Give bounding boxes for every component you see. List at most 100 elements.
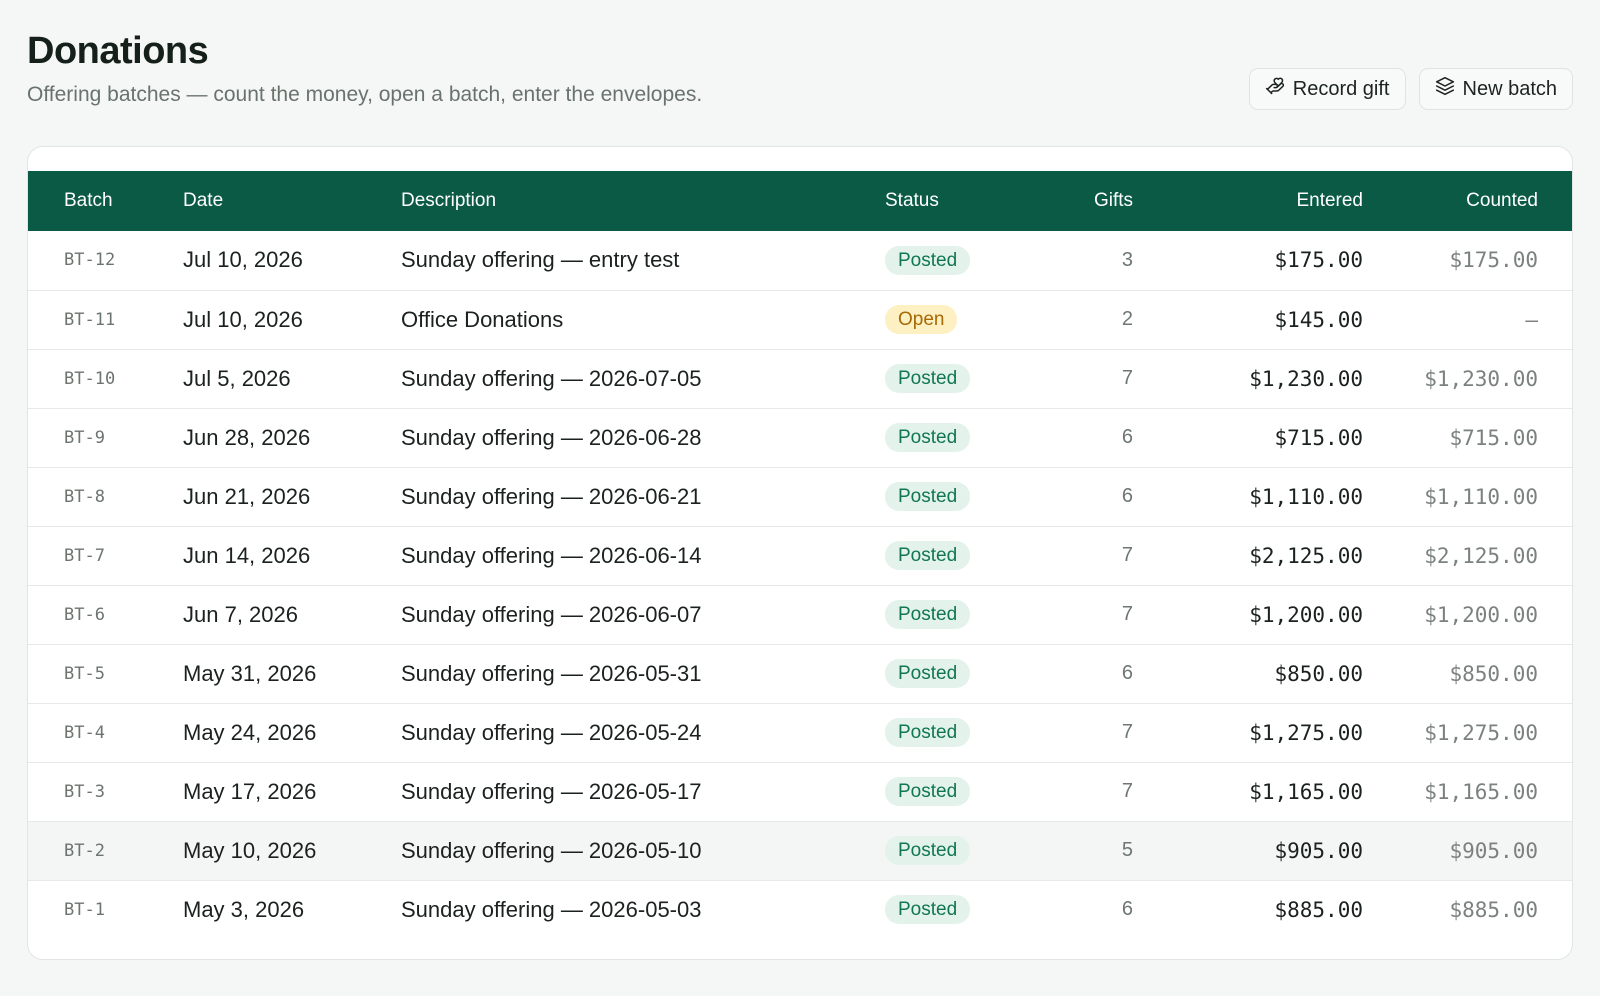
counted-cell: $1,110.00 bbox=[1424, 484, 1538, 509]
table-row[interactable]: BT-5 May 31, 2026 Sunday offering — 2026… bbox=[28, 644, 1572, 703]
counted-cell: $850.00 bbox=[1449, 661, 1538, 686]
status-cell: Posted bbox=[885, 585, 1035, 644]
entered-cell: $715.00 bbox=[1274, 425, 1363, 450]
batch-id-cell: BT-7 bbox=[64, 545, 105, 566]
status-cell: Posted bbox=[885, 762, 1035, 821]
table-row[interactable]: BT-9 Jun 28, 2026 Sunday offering — 2026… bbox=[28, 408, 1572, 467]
table-row[interactable]: BT-10 Jul 5, 2026 Sunday offering — 2026… bbox=[28, 349, 1572, 408]
status-cell: Posted bbox=[885, 231, 1035, 290]
gifts-cell: 7 bbox=[1121, 603, 1133, 625]
column-header-batch[interactable]: Batch bbox=[28, 171, 183, 231]
table-row[interactable]: BT-2 May 10, 2026 Sunday offering — 2026… bbox=[28, 821, 1572, 880]
status-badge: Posted bbox=[885, 836, 971, 865]
date-cell: Jun 28, 2026 bbox=[183, 424, 311, 450]
description-cell: Office Donations bbox=[401, 306, 564, 332]
description-cell: Sunday offering — 2026-07-05 bbox=[401, 365, 702, 391]
description-cell: Sunday offering — entry test bbox=[401, 247, 680, 273]
entered-cell: $145.00 bbox=[1274, 307, 1363, 332]
table-row[interactable]: BT-12 Jul 10, 2026 Sunday offering — ent… bbox=[28, 231, 1572, 290]
gifts-cell: 5 bbox=[1121, 839, 1133, 861]
table-row[interactable]: BT-4 May 24, 2026 Sunday offering — 2026… bbox=[28, 703, 1572, 762]
batch-id-cell: BT-8 bbox=[64, 486, 105, 507]
table-row[interactable]: BT-6 Jun 7, 2026 Sunday offering — 2026-… bbox=[28, 585, 1572, 644]
table-row[interactable]: BT-3 May 17, 2026 Sunday offering — 2026… bbox=[28, 762, 1572, 821]
counted-cell: $885.00 bbox=[1449, 897, 1538, 922]
column-header-date[interactable]: Date bbox=[183, 171, 401, 231]
entered-cell: $1,165.00 bbox=[1249, 779, 1363, 804]
header-actions: Record gift New batch bbox=[1248, 68, 1573, 110]
description-cell: Sunday offering — 2026-05-17 bbox=[401, 778, 702, 804]
counted-cell: $905.00 bbox=[1449, 838, 1538, 863]
column-header-status[interactable]: Status bbox=[885, 171, 1035, 231]
counted-cell: $715.00 bbox=[1449, 425, 1538, 450]
description-cell: Sunday offering — 2026-05-03 bbox=[401, 896, 702, 922]
date-cell: Jul 10, 2026 bbox=[183, 306, 303, 332]
status-badge: Posted bbox=[885, 777, 971, 806]
column-header-counted[interactable]: Counted bbox=[1363, 171, 1572, 231]
status-badge: Posted bbox=[885, 600, 971, 629]
gifts-cell: 2 bbox=[1121, 308, 1133, 330]
date-cell: Jun 21, 2026 bbox=[183, 483, 311, 509]
entered-cell: $2,125.00 bbox=[1249, 543, 1363, 568]
date-cell: May 17, 2026 bbox=[183, 778, 317, 804]
column-header-entered[interactable]: Entered bbox=[1163, 171, 1363, 231]
status-cell: Posted bbox=[885, 703, 1035, 762]
counted-cell: $1,275.00 bbox=[1424, 720, 1538, 745]
page-header: Donations Offering batches — count the m… bbox=[27, 0, 1573, 146]
description-cell: Sunday offering — 2026-06-21 bbox=[401, 483, 702, 509]
entered-cell: $850.00 bbox=[1274, 661, 1363, 686]
status-cell: Posted bbox=[885, 349, 1035, 408]
description-cell: Sunday offering — 2026-06-07 bbox=[401, 601, 702, 627]
counted-cell: — bbox=[1525, 307, 1538, 332]
batch-id-cell: BT-12 bbox=[64, 250, 116, 271]
status-badge: Posted bbox=[885, 659, 971, 688]
gifts-cell: 3 bbox=[1121, 248, 1133, 271]
table-row[interactable]: BT-7 Jun 14, 2026 Sunday offering — 2026… bbox=[28, 526, 1572, 585]
counted-cell: $175.00 bbox=[1449, 248, 1538, 273]
status-badge: Open bbox=[885, 305, 958, 334]
table-row[interactable]: BT-1 May 3, 2026 Sunday offering — 2026-… bbox=[28, 880, 1572, 939]
status-badge: Posted bbox=[885, 364, 971, 393]
record-gift-button[interactable]: Record gift bbox=[1248, 68, 1406, 110]
entered-cell: $175.00 bbox=[1274, 248, 1363, 273]
counted-cell: $1,200.00 bbox=[1424, 602, 1538, 627]
record-gift-label: Record gift bbox=[1292, 77, 1390, 100]
status-badge: Posted bbox=[885, 718, 971, 747]
entered-cell: $1,200.00 bbox=[1249, 602, 1363, 627]
date-cell: Jul 5, 2026 bbox=[183, 365, 291, 391]
column-header-description[interactable]: Description bbox=[401, 171, 885, 231]
gifts-cell: 7 bbox=[1121, 780, 1133, 802]
column-header-gifts[interactable]: Gifts bbox=[1035, 171, 1163, 231]
batches-table: Batch Date Description Status Gifts Ente… bbox=[28, 171, 1572, 939]
table-body: BT-12 Jul 10, 2026 Sunday offering — ent… bbox=[28, 231, 1572, 939]
layers-icon bbox=[1435, 76, 1455, 102]
entered-cell: $1,275.00 bbox=[1249, 720, 1363, 745]
status-cell: Posted bbox=[885, 408, 1035, 467]
batch-id-cell: BT-2 bbox=[64, 840, 105, 861]
table-header-row: Batch Date Description Status Gifts Ente… bbox=[28, 171, 1572, 231]
entered-cell: $885.00 bbox=[1274, 897, 1363, 922]
counted-cell: $1,230.00 bbox=[1424, 366, 1538, 391]
donations-page: Donations Offering batches — count the m… bbox=[0, 0, 1600, 996]
description-cell: Sunday offering — 2026-05-31 bbox=[401, 660, 702, 686]
date-cell: Jul 10, 2026 bbox=[183, 247, 303, 273]
date-cell: Jun 14, 2026 bbox=[183, 542, 311, 568]
status-badge: Posted bbox=[885, 245, 971, 275]
gifts-cell: 7 bbox=[1121, 367, 1133, 389]
entered-cell: $1,110.00 bbox=[1249, 484, 1363, 509]
status-cell: Open bbox=[885, 290, 1035, 349]
new-batch-label: New batch bbox=[1462, 77, 1558, 100]
status-cell: Posted bbox=[885, 526, 1035, 585]
table-row[interactable]: BT-8 Jun 21, 2026 Sunday offering — 2026… bbox=[28, 467, 1572, 526]
status-badge: Posted bbox=[885, 482, 971, 511]
page-title: Donations bbox=[27, 30, 209, 72]
batch-id-cell: BT-3 bbox=[64, 781, 105, 802]
new-batch-button[interactable]: New batch bbox=[1418, 68, 1573, 110]
description-cell: Sunday offering — 2026-05-24 bbox=[401, 719, 702, 745]
table-row[interactable]: BT-11 Jul 10, 2026 Office Donations Open… bbox=[28, 290, 1572, 349]
batch-id-cell: BT-9 bbox=[64, 427, 105, 448]
gifts-cell: 6 bbox=[1121, 662, 1133, 684]
batch-id-cell: BT-6 bbox=[64, 604, 105, 625]
date-cell: May 24, 2026 bbox=[183, 719, 317, 745]
batch-id-cell: BT-5 bbox=[64, 663, 105, 684]
